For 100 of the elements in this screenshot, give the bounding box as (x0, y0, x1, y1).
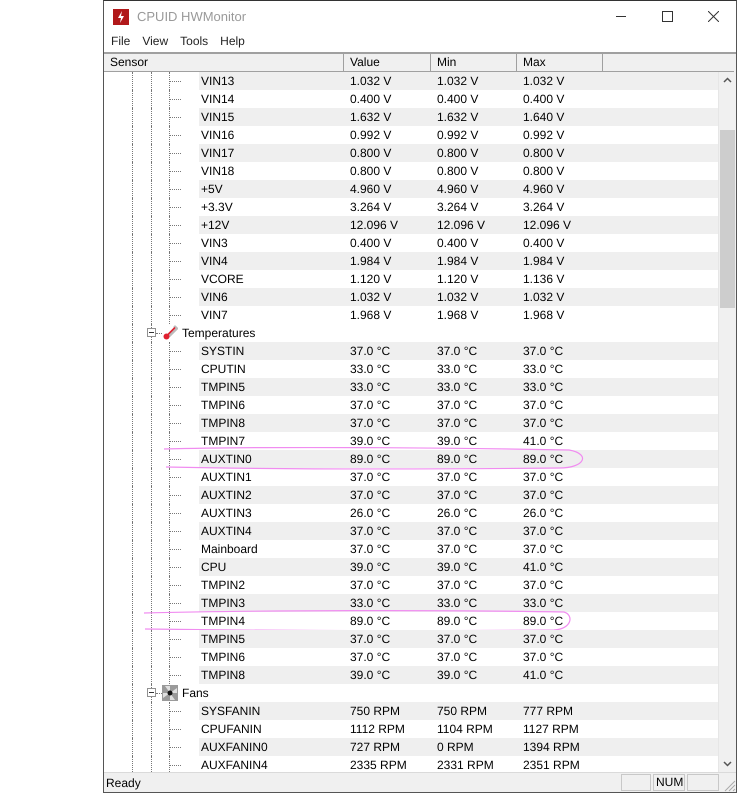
reading-cell-text: 1.136 V (522, 272, 564, 286)
sensor-name[interactable]: CPUFANIN (201, 720, 262, 738)
reading-cell-text: 1.984 V (522, 254, 564, 268)
menu-item[interactable]: View (136, 34, 174, 48)
sensor-name[interactable]: TMPIN3 (201, 594, 246, 612)
reading-cell-text: 37.0 °C (436, 488, 478, 502)
reading-cell-text: 41.0 °C (522, 434, 564, 448)
reading-cell-text: 41.0 °C (522, 668, 564, 682)
group-label[interactable]: Fans (182, 684, 209, 702)
sensor-name[interactable]: VIN13 (201, 72, 234, 90)
sensor-name[interactable]: TMPIN8 (201, 666, 246, 684)
sensor-name[interactable]: VCORE (201, 270, 244, 288)
reading-cell-text: 0.400 V (436, 92, 478, 106)
sensor-name[interactable]: +3.3V (201, 198, 233, 216)
scrollbar[interactable] (718, 72, 736, 772)
reading-cell-text: 1.968 V (522, 308, 564, 322)
reading-cell-text: 37.0 °C (522, 542, 564, 556)
reading-cell-text: 39.0 °C (436, 560, 478, 574)
reading-cell-text: 37.0 °C (349, 632, 390, 646)
collapse-toggle[interactable] (147, 328, 156, 338)
sensor-name[interactable]: VIN3 (201, 234, 228, 252)
sensor-name[interactable]: Mainboard (201, 540, 258, 558)
reading-cell-text: 37.0 °C (349, 650, 390, 664)
reading-cell-text: 37.0 °C (436, 470, 478, 484)
sensor-name[interactable]: VIN7 (201, 306, 228, 324)
reading-cell-text: 0.400 V (522, 236, 564, 250)
status-panel (621, 774, 651, 792)
reading-cell-text: 0 RPM (436, 740, 474, 754)
sensor-name[interactable]: +5V (201, 180, 223, 198)
reading-cell-text: 39.0 °C (349, 434, 390, 448)
scrollbar-thumb[interactable] (720, 130, 735, 308)
sensor-name[interactable]: TMPIN5 (201, 378, 246, 396)
reading-cell-text: 37.0 °C (349, 344, 390, 358)
reading-cell-text: 2331 RPM (436, 758, 494, 772)
reading-cell-text: 1.632 V (436, 110, 478, 124)
close-icon (708, 11, 718, 22)
status-text: Ready (105, 776, 142, 790)
menu-item[interactable]: Tools (174, 34, 214, 48)
reading-cell-text: 39.0 °C (436, 668, 478, 682)
sensor-name[interactable]: +12V (201, 216, 230, 234)
sensor-name[interactable]: AUXFANIN0 (201, 738, 268, 756)
reading-cell-text: 37.0 °C (436, 416, 478, 430)
menu-item[interactable]: Help (214, 34, 251, 48)
sensor-name[interactable]: AUXTIN0 (201, 450, 252, 468)
reading-cell-text: 750 RPM (436, 704, 488, 718)
sensor-name[interactable]: VIN4 (201, 252, 228, 270)
reading-cell-text: 26.0 °C (522, 506, 564, 520)
sensor-name[interactable]: VIN17 (201, 144, 234, 162)
reading-cell-text: 1.120 V (349, 272, 392, 286)
reading-cell-text: 1104 RPM (436, 722, 493, 736)
sensor-name[interactable]: TMPIN7 (201, 432, 246, 450)
column-header[interactable]: Value (344, 54, 431, 72)
sensor-name[interactable]: VIN18 (201, 162, 234, 180)
reading-cell-text: 2351 RPM (522, 758, 580, 772)
column-header[interactable]: Sensor (104, 54, 344, 72)
collapse-toggle[interactable] (147, 688, 156, 698)
reading-cell-text: 37.0 °C (522, 416, 564, 430)
sensor-name[interactable]: CPU (201, 558, 226, 576)
reading-cell-text: 1.032 V (436, 74, 478, 88)
sensor-name[interactable]: TMPIN4 (201, 612, 246, 630)
sensor-name[interactable]: VIN6 (201, 288, 228, 306)
reading-cell-text: 4.960 V (436, 182, 478, 196)
maximize-icon (662, 11, 672, 22)
reading-cell-text: 0.992 V (436, 128, 478, 142)
window-title: CPUID HWMonitor (137, 9, 248, 24)
reading-cell-text: 1.120 V (436, 272, 478, 286)
reading-cell-text: 89.0 °C (522, 452, 564, 466)
sensor-name[interactable]: VIN14 (201, 90, 234, 108)
sensor-name[interactable]: AUXTIN3 (201, 504, 252, 522)
column-header[interactable]: Min (431, 54, 517, 72)
sensor-name[interactable]: SYSTIN (201, 342, 244, 360)
reading-cell-text: 12.096 V (436, 218, 486, 232)
reading-cell-text: 37.0 °C (349, 542, 390, 556)
reading-cell-text: 37.0 °C (522, 344, 564, 358)
reading-cell-text: 37.0 °C (436, 542, 478, 556)
column-header[interactable]: Max (517, 54, 603, 72)
sensor-name[interactable]: AUXTIN1 (201, 468, 252, 486)
reading-cell-text: 3.264 V (349, 200, 392, 214)
reading-cell-text: 39.0 °C (349, 560, 390, 574)
group-label[interactable]: Temperatures (182, 324, 256, 342)
sensor-name[interactable]: TMPIN5 (201, 630, 246, 648)
reading-cell-text: 0.400 V (349, 236, 392, 250)
menu-item[interactable]: File (105, 34, 136, 48)
reading-cell-text: 0.800 V (436, 164, 478, 178)
sensor-name[interactable]: AUXTIN2 (201, 486, 252, 504)
reading-cell-text: 1112 RPM (349, 722, 405, 736)
sensor-name[interactable]: TMPIN2 (201, 576, 246, 594)
sensor-name[interactable]: AUXFANIN4 (201, 756, 268, 772)
reading-cell-text: 37.0 °C (349, 524, 390, 538)
sensor-name[interactable]: AUXTIN4 (201, 522, 252, 540)
sensor-name[interactable]: SYSFANIN (201, 702, 260, 720)
sensor-name[interactable]: TMPIN8 (201, 414, 246, 432)
sensor-name[interactable]: VIN15 (201, 108, 234, 126)
reading-cell-text: 37.0 °C (522, 578, 564, 592)
sensor-name[interactable]: TMPIN6 (201, 648, 246, 666)
thermometer-icon (162, 325, 178, 342)
sensor-name[interactable]: TMPIN6 (201, 396, 246, 414)
sensor-name[interactable]: VIN16 (201, 126, 234, 144)
sensor-name[interactable]: CPUTIN (201, 360, 246, 378)
reading-cell-text: 37.0 °C (436, 650, 478, 664)
